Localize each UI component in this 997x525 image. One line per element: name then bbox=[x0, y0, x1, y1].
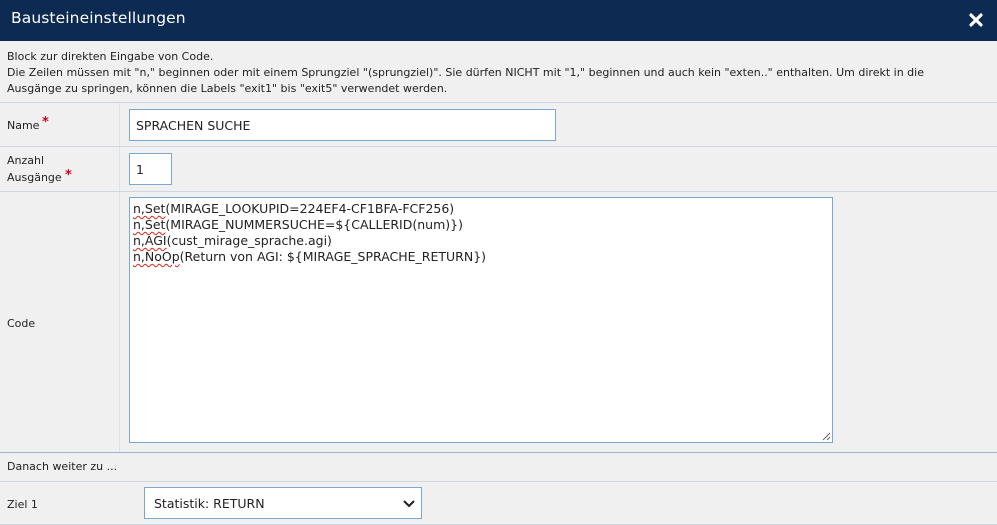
code-line-command: n,NoOp bbox=[133, 249, 180, 264]
name-field-cell bbox=[120, 103, 997, 146]
code-textarea[interactable]: n,Set(MIRAGE_LOOKUPID=224EF4-CF1BFA-FCF2… bbox=[129, 197, 833, 443]
continue-section-header: Danach weiter zu ... bbox=[0, 453, 997, 482]
exits-field-cell bbox=[120, 147, 997, 191]
resize-handle-icon[interactable] bbox=[821, 431, 831, 441]
target-select[interactable]: Statistik: RETURN bbox=[144, 487, 422, 519]
code-line-args: (Return von AGI: ${MIRAGE_SPRACHE_RETURN… bbox=[179, 249, 487, 264]
code-line: n,Set(MIRAGE_NUMMERSUCHE=${CALLERID(num)… bbox=[133, 217, 829, 233]
description-line-3: Ausgänge zu springen, können die Labels … bbox=[7, 82, 448, 95]
code-line-command: n,Set bbox=[133, 217, 166, 232]
required-marker: * bbox=[65, 168, 72, 183]
description-line-2: Die Zeilen müssen mit "n," beginnen oder… bbox=[7, 66, 924, 79]
description-line-1: Block zur direkten Eingabe von Code. bbox=[7, 50, 214, 63]
name-row: Name * bbox=[0, 103, 997, 147]
code-line-args: (cust_mirage_sprache.agi) bbox=[166, 233, 332, 248]
required-marker: * bbox=[42, 115, 49, 130]
code-line: n,NoOp(Return von AGI: ${MIRAGE_SPRACHE_… bbox=[133, 249, 829, 265]
code-label-cell: Code bbox=[0, 192, 120, 452]
code-line-args: (MIRAGE_LOOKUPID=224EF4-CF1BFA-FCF256) bbox=[165, 201, 455, 216]
target-field-cell: Statistik: RETURN bbox=[134, 482, 997, 524]
chevron-down-icon bbox=[403, 500, 415, 507]
exits-label-line-1: Anzahl bbox=[7, 154, 45, 167]
close-icon[interactable] bbox=[968, 12, 984, 28]
block-description: Block zur direkten Eingabe von Code. Die… bbox=[0, 41, 997, 103]
code-line: n,AGI(cust_mirage_sprache.agi) bbox=[133, 233, 829, 249]
target-label: Ziel 1 bbox=[7, 498, 38, 511]
dialog-title: Bausteineinstellungen bbox=[11, 9, 186, 27]
name-input[interactable] bbox=[129, 109, 556, 141]
target-label-cell: Ziel 1 bbox=[0, 482, 134, 524]
exits-label-line-2: Ausgänge bbox=[7, 171, 62, 184]
name-label-cell: Name * bbox=[0, 103, 120, 146]
dialog-titlebar: Bausteineinstellungen bbox=[0, 0, 997, 41]
exits-label-cell: Anzahl Ausgänge * bbox=[0, 147, 120, 191]
code-line-command: n,AGI bbox=[133, 233, 167, 248]
block-settings-dialog: Bausteineinstellungen Block zur direkten… bbox=[0, 0, 997, 525]
target-select-value: Statistik: RETURN bbox=[154, 496, 265, 511]
code-line: n,Set(MIRAGE_LOOKUPID=224EF4-CF1BFA-FCF2… bbox=[133, 201, 829, 217]
code-label: Code bbox=[7, 317, 36, 330]
code-row: Code n,Set(MIRAGE_LOOKUPID=224EF4-CF1BFA… bbox=[0, 192, 997, 453]
target-row: Ziel 1 Statistik: RETURN bbox=[0, 482, 997, 525]
code-field-cell: n,Set(MIRAGE_LOOKUPID=224EF4-CF1BFA-FCF2… bbox=[120, 192, 997, 452]
name-label: Name bbox=[7, 119, 40, 132]
exits-count-input[interactable] bbox=[129, 153, 172, 185]
exits-row: Anzahl Ausgänge * bbox=[0, 147, 997, 192]
code-line-args: (MIRAGE_NUMMERSUCHE=${CALLERID(num)}) bbox=[165, 217, 463, 232]
continue-label: Danach weiter zu ... bbox=[7, 460, 118, 473]
code-line-command: n,Set bbox=[133, 201, 166, 216]
